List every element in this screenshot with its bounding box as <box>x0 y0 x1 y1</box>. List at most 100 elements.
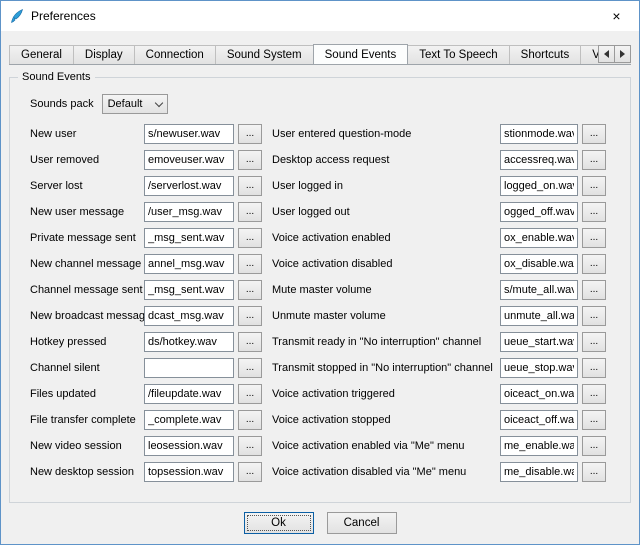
preferences-window: Preferences × GeneralDisplayConnectionSo… <box>0 0 640 545</box>
sound-event-label: Voice activation disabled <box>272 258 500 270</box>
sound-file-input[interactable] <box>144 358 234 378</box>
sound-event-label: New channel message <box>30 258 144 270</box>
browse-button[interactable]: ... <box>238 384 262 404</box>
tab-scroll-control <box>599 45 631 63</box>
browse-button[interactable]: ... <box>582 436 606 456</box>
tab-shortcuts[interactable]: Shortcuts <box>509 45 582 64</box>
browse-button[interactable]: ... <box>582 254 606 274</box>
tab-sound-events[interactable]: Sound Events <box>313 44 409 65</box>
browse-button[interactable]: ... <box>238 436 262 456</box>
browse-button[interactable]: ... <box>582 306 606 326</box>
tab-text-to-speech[interactable]: Text To Speech <box>407 45 509 64</box>
sound-event-row: Desktop access request... <box>272 147 606 173</box>
sound-file-input[interactable] <box>500 358 578 378</box>
browse-button[interactable]: ... <box>582 410 606 430</box>
browse-button[interactable]: ... <box>582 228 606 248</box>
sound-event-label: Private message sent <box>30 232 144 244</box>
dialog-content: GeneralDisplayConnectionSound SystemSoun… <box>1 44 639 534</box>
sound-file-input[interactable] <box>500 332 578 352</box>
sound-event-row: User removed... <box>30 147 262 173</box>
tab-connection[interactable]: Connection <box>134 45 216 64</box>
browse-button[interactable]: ... <box>582 124 606 144</box>
sound-file-input[interactable] <box>500 436 578 456</box>
sound-event-row: New broadcast message... <box>30 303 262 329</box>
sound-event-label: User logged out <box>272 206 500 218</box>
browse-button[interactable]: ... <box>238 332 262 352</box>
browse-button[interactable]: ... <box>238 202 262 222</box>
sound-file-input[interactable] <box>500 280 578 300</box>
tab-scroll-left-button[interactable] <box>598 45 615 63</box>
browse-button[interactable]: ... <box>582 202 606 222</box>
sound-event-label: Voice activation enabled via "Me" menu <box>272 440 500 452</box>
sound-events-columns: New user...User removed...Server lost...… <box>30 121 606 485</box>
sound-file-input[interactable] <box>500 306 578 326</box>
sound-event-row: User logged in... <box>272 173 606 199</box>
sound-file-input[interactable] <box>144 332 234 352</box>
sound-event-row: New channel message... <box>30 251 262 277</box>
tab-scroll-right-button[interactable] <box>614 45 631 63</box>
close-button[interactable]: × <box>594 1 639 31</box>
tab-general[interactable]: General <box>9 45 74 64</box>
sound-file-input[interactable] <box>500 228 578 248</box>
sound-file-input[interactable] <box>500 124 578 144</box>
sounds-pack-row: Sounds pack Default <box>30 93 606 115</box>
sound-event-label: User logged in <box>272 180 500 192</box>
browse-button[interactable]: ... <box>582 150 606 170</box>
sound-file-input[interactable] <box>500 254 578 274</box>
browse-button[interactable]: ... <box>582 176 606 196</box>
sound-file-input[interactable] <box>500 150 578 170</box>
sound-file-input[interactable] <box>144 280 234 300</box>
sound-event-row: Voice activation enabled via "Me" menu..… <box>272 433 606 459</box>
sound-file-input[interactable] <box>500 202 578 222</box>
sound-file-input[interactable] <box>144 176 234 196</box>
browse-button[interactable]: ... <box>238 228 262 248</box>
browse-button[interactable]: ... <box>238 280 262 300</box>
sound-file-input[interactable] <box>144 202 234 222</box>
browse-button[interactable]: ... <box>238 254 262 274</box>
sound-file-input[interactable] <box>144 228 234 248</box>
sound-file-input[interactable] <box>500 462 578 482</box>
tab-sound-system[interactable]: Sound System <box>215 45 314 64</box>
sound-file-input[interactable] <box>144 436 234 456</box>
sound-event-row: File transfer complete... <box>30 407 262 433</box>
browse-button[interactable]: ... <box>582 332 606 352</box>
sound-events-group: Sound Events Sounds pack Default New use… <box>9 71 631 503</box>
sound-file-input[interactable] <box>144 410 234 430</box>
group-title: Sound Events <box>18 71 95 83</box>
ok-button[interactable]: Ok <box>244 512 314 534</box>
browse-button[interactable]: ... <box>238 358 262 378</box>
sound-file-input[interactable] <box>144 254 234 274</box>
sound-event-label: Server lost <box>30 180 144 192</box>
sound-file-input[interactable] <box>144 150 234 170</box>
browse-button[interactable]: ... <box>238 176 262 196</box>
browse-button[interactable]: ... <box>582 280 606 300</box>
sound-event-label: Hotkey pressed <box>30 336 144 348</box>
browse-button[interactable]: ... <box>238 462 262 482</box>
sound-file-input[interactable] <box>500 176 578 196</box>
tab-display[interactable]: Display <box>73 45 135 64</box>
sound-event-row: New user... <box>30 121 262 147</box>
sound-file-input[interactable] <box>144 384 234 404</box>
browse-button[interactable]: ... <box>582 462 606 482</box>
chevron-down-icon <box>154 98 162 106</box>
sounds-pack-select[interactable]: Default <box>102 94 168 114</box>
sound-event-row: Voice activation triggered... <box>272 381 606 407</box>
sound-event-label: User removed <box>30 154 144 166</box>
browse-button[interactable]: ... <box>238 150 262 170</box>
sound-file-input[interactable] <box>500 410 578 430</box>
browse-button[interactable]: ... <box>582 358 606 378</box>
sound-event-row: New desktop session... <box>30 459 262 485</box>
browse-button[interactable]: ... <box>238 124 262 144</box>
browse-button[interactable]: ... <box>582 384 606 404</box>
sound-event-row: Channel silent... <box>30 355 262 381</box>
sound-event-label: User entered question-mode <box>272 128 500 140</box>
sound-file-input[interactable] <box>144 462 234 482</box>
sound-file-input[interactable] <box>500 384 578 404</box>
sound-file-input[interactable] <box>144 124 234 144</box>
sound-event-row: Voice activation disabled... <box>272 251 606 277</box>
sound-events-left-column: New user...User removed...Server lost...… <box>30 121 262 485</box>
sound-file-input[interactable] <box>144 306 234 326</box>
browse-button[interactable]: ... <box>238 410 262 430</box>
browse-button[interactable]: ... <box>238 306 262 326</box>
cancel-button[interactable]: Cancel <box>327 512 397 534</box>
